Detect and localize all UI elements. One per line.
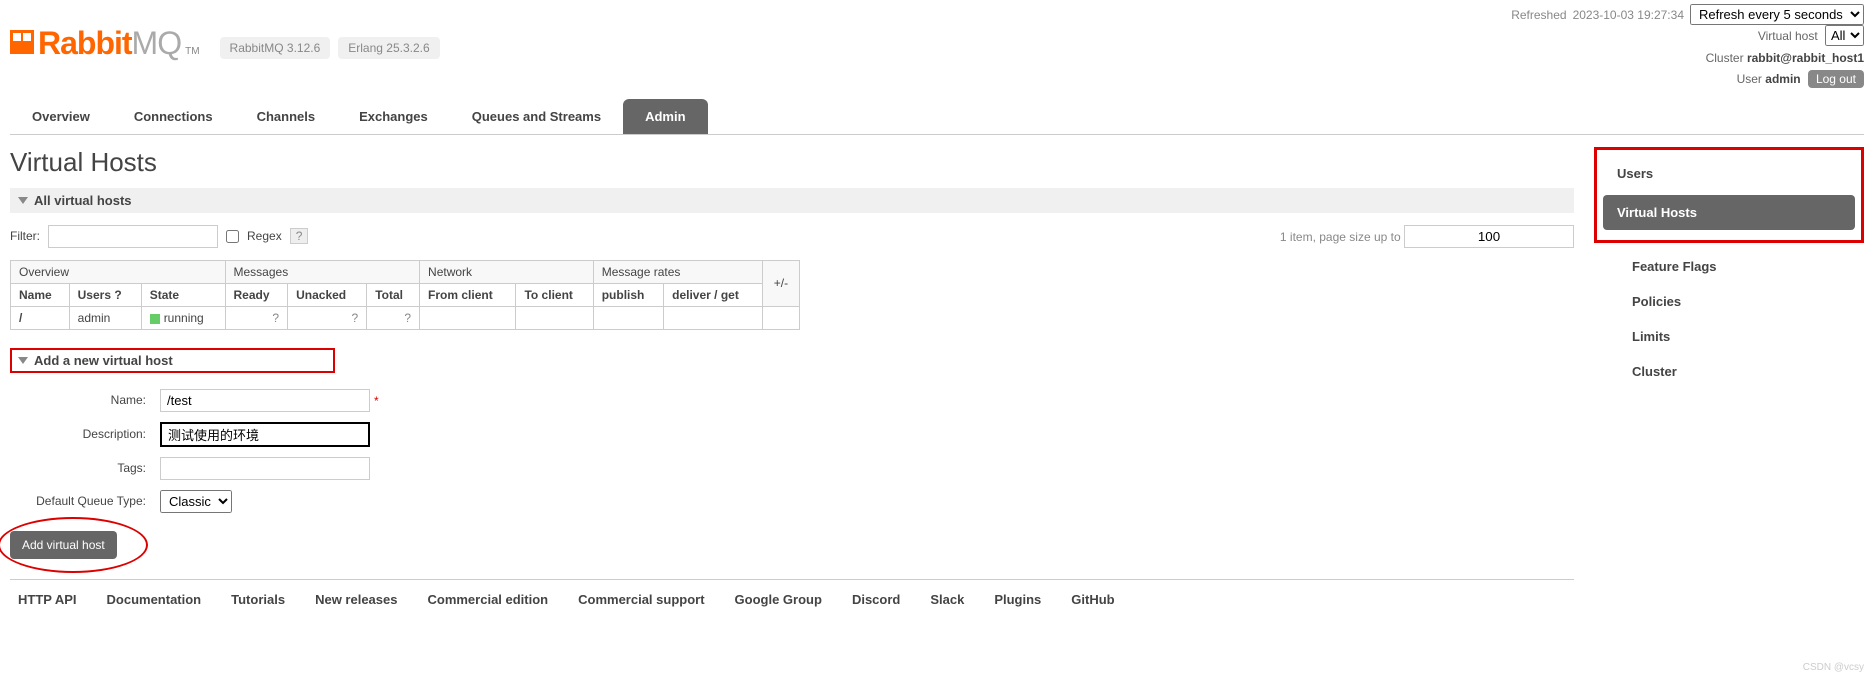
logout-button[interactable]: Log out <box>1808 70 1864 88</box>
cluster-value: rabbit@rabbit_host1 <box>1747 51 1864 65</box>
chevron-down-icon <box>18 357 28 364</box>
rabbitmq-version-badge: RabbitMQ 3.12.6 <box>220 37 331 59</box>
th-group-rates: Message rates <box>593 260 762 283</box>
status-running-icon <box>150 314 160 324</box>
th-group-network: Network <box>420 260 594 283</box>
vhosts-table: Overview Messages Network Message rates … <box>10 260 800 330</box>
logo-trademark: TM <box>185 46 199 57</box>
footer-plugins[interactable]: Plugins <box>994 592 1041 607</box>
th-group-messages: Messages <box>225 260 420 283</box>
th-from-client[interactable]: From client <box>420 283 516 306</box>
th-deliver-get[interactable]: deliver / get <box>664 283 763 306</box>
name-field-label: Name: <box>12 385 152 416</box>
logo-text-mq: MQ <box>132 25 182 61</box>
sidebar-item-cluster[interactable]: Cluster <box>1618 354 1858 389</box>
cell-from-client <box>420 306 516 329</box>
refreshed-timestamp: 2023-10-03 19:27:34 <box>1573 8 1684 22</box>
nav-overview[interactable]: Overview <box>10 99 112 134</box>
footer-documentation[interactable]: Documentation <box>107 592 202 607</box>
logo[interactable]: RabbitMQ TM <box>10 25 200 62</box>
name-input[interactable] <box>160 389 370 412</box>
refresh-interval-select[interactable]: Refresh every 5 seconds <box>1690 4 1864 25</box>
th-ready[interactable]: Ready <box>225 283 288 306</box>
sidebar-item-policies[interactable]: Policies <box>1618 284 1858 319</box>
cell-users: admin <box>69 306 141 329</box>
watermark: CSDN @vcsy <box>1803 662 1864 673</box>
cell-total: ? <box>367 306 420 329</box>
footer-new-releases[interactable]: New releases <box>315 592 397 607</box>
default-queue-type-label: Default Queue Type: <box>12 486 152 517</box>
cluster-label: Cluster <box>1706 51 1744 65</box>
nav-channels[interactable]: Channels <box>235 99 338 134</box>
add-vhost-button[interactable]: Add virtual host <box>10 531 117 559</box>
footer-discord[interactable]: Discord <box>852 592 900 607</box>
regex-help[interactable]: ? <box>290 228 309 244</box>
th-unacked[interactable]: Unacked <box>288 283 367 306</box>
regex-label: Regex <box>247 229 282 243</box>
th-total[interactable]: Total <box>367 283 420 306</box>
description-input[interactable] <box>160 422 370 447</box>
cell-unacked: ? <box>288 306 367 329</box>
filter-label: Filter: <box>10 229 40 243</box>
th-publish[interactable]: publish <box>593 283 663 306</box>
th-to-client[interactable]: To client <box>516 283 593 306</box>
vhost-link[interactable]: / <box>19 311 22 325</box>
user-label: User <box>1737 72 1762 86</box>
cell-state: running <box>141 306 225 329</box>
footer-tutorials[interactable]: Tutorials <box>231 592 285 607</box>
footer-google-group[interactable]: Google Group <box>735 592 822 607</box>
required-marker: * <box>374 394 379 408</box>
th-state[interactable]: State <box>141 283 225 306</box>
nav-admin[interactable]: Admin <box>623 99 707 134</box>
nav-exchanges[interactable]: Exchanges <box>337 99 450 134</box>
sidebar-item-virtual-hosts[interactable]: Virtual Hosts <box>1603 195 1855 230</box>
vhost-select[interactable]: All <box>1825 25 1864 46</box>
all-vhosts-section-toggle[interactable]: All virtual hosts <box>10 188 1574 213</box>
sidebar-item-users[interactable]: Users <box>1603 156 1855 191</box>
sidebar-item-limits[interactable]: Limits <box>1618 319 1858 354</box>
cell-deliver-get <box>664 306 763 329</box>
rabbitmq-logo-icon <box>10 30 34 54</box>
add-vhost-section-toggle[interactable]: Add a new virtual host <box>10 348 335 373</box>
add-vhost-title: Add a new virtual host <box>34 353 173 368</box>
tags-field-label: Tags: <box>12 453 152 484</box>
footer-slack[interactable]: Slack <box>930 592 964 607</box>
footer-commercial-support[interactable]: Commercial support <box>578 592 704 607</box>
logo-text-rabbit: Rabbit <box>38 25 132 61</box>
main-nav: Overview Connections Channels Exchanges … <box>10 99 1864 135</box>
page-title: Virtual Hosts <box>10 147 1574 178</box>
admin-sidebar: Users Virtual Hosts <box>1594 147 1864 243</box>
description-field-label: Description: <box>12 418 152 451</box>
erlang-version-badge: Erlang 25.3.2.6 <box>338 37 439 59</box>
th-group-overview: Overview <box>11 260 226 283</box>
nav-queues[interactable]: Queues and Streams <box>450 99 623 134</box>
cell-publish <box>593 306 663 329</box>
columns-toggle[interactable]: +/- <box>762 260 799 306</box>
footer-github[interactable]: GitHub <box>1071 592 1114 607</box>
filter-input[interactable] <box>48 225 218 248</box>
regex-checkbox[interactable] <box>226 230 239 243</box>
th-users[interactable]: Users ? <box>69 283 141 306</box>
table-row: / admin running ? ? ? <box>11 306 800 329</box>
th-name[interactable]: Name <box>11 283 70 306</box>
footer-http-api[interactable]: HTTP API <box>18 592 77 607</box>
user-value: admin <box>1765 72 1800 86</box>
footer-commercial-edition[interactable]: Commercial edition <box>427 592 548 607</box>
cell-to-client <box>516 306 593 329</box>
footer-links: HTTP API Documentation Tutorials New rel… <box>10 580 1574 619</box>
nav-connections[interactable]: Connections <box>112 99 235 134</box>
item-count-text: 1 item, page size up to <box>1280 230 1401 244</box>
tags-input[interactable] <box>160 457 370 480</box>
refreshed-label: Refreshed <box>1511 8 1566 22</box>
page-size-input[interactable] <box>1404 225 1574 248</box>
default-queue-type-select[interactable]: Classic <box>160 490 232 513</box>
vhost-label: Virtual host <box>1758 29 1818 43</box>
cell-spacer <box>762 306 799 329</box>
all-vhosts-label: All virtual hosts <box>34 193 132 208</box>
cell-ready: ? <box>225 306 288 329</box>
chevron-down-icon <box>18 197 28 204</box>
sidebar-item-feature-flags[interactable]: Feature Flags <box>1618 249 1858 284</box>
